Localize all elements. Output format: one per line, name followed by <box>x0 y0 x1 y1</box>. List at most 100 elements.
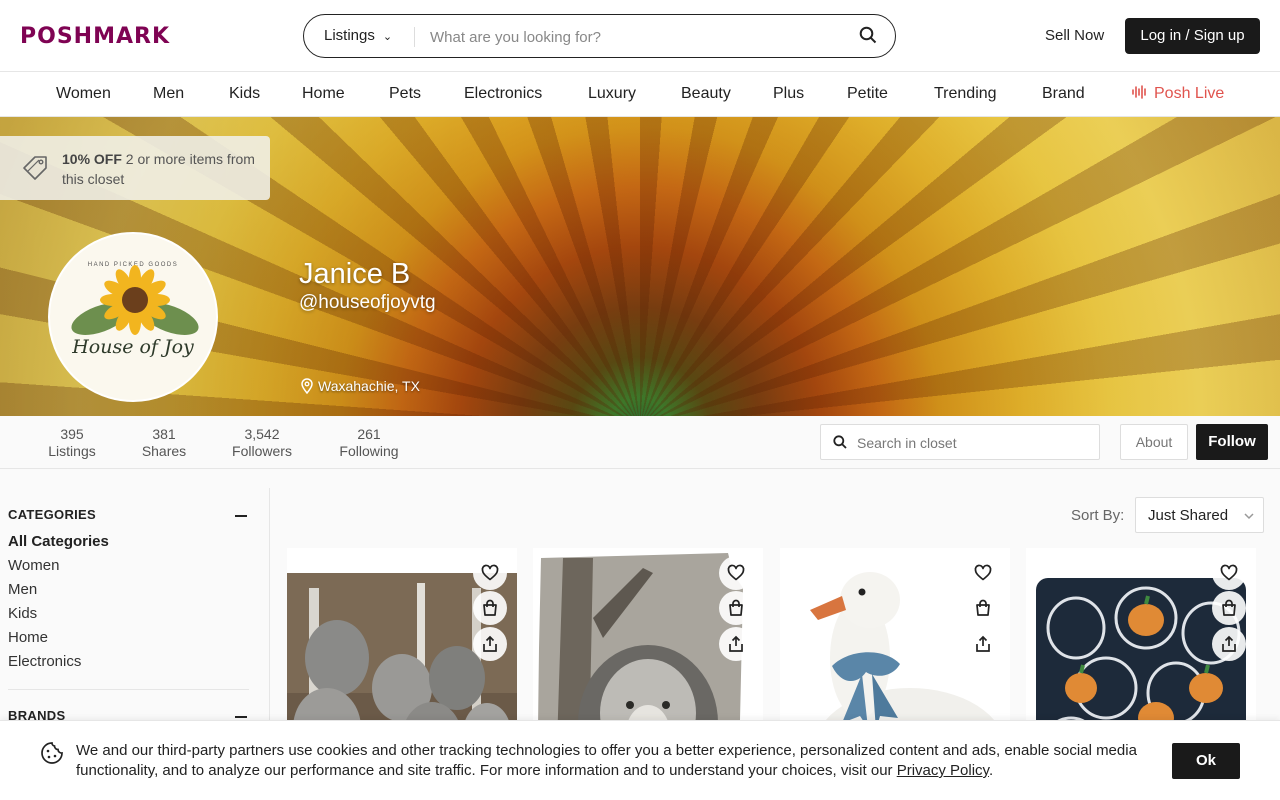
add-to-bundle-button[interactable] <box>473 591 507 625</box>
closet-stats-bar: 395 Listings 381 Shares 3,542 Followers 261… <box>0 416 1280 469</box>
like-button[interactable] <box>1212 556 1246 590</box>
location-text: Waxahachie, TX <box>318 378 420 394</box>
share-button[interactable] <box>1212 627 1246 661</box>
category-home[interactable]: Home <box>8 629 48 646</box>
avatar-brand-name: House of Joy <box>72 336 194 358</box>
search-input[interactable] <box>430 25 830 49</box>
nav-item-home[interactable]: Home <box>302 85 345 103</box>
nav-item-men[interactable]: Men <box>153 85 184 103</box>
add-to-bundle-button[interactable] <box>719 591 753 625</box>
avatar[interactable]: HAND PICKED GOODS House of Joy <box>48 232 218 402</box>
live-waveform-icon <box>1132 85 1146 99</box>
add-to-bundle-button[interactable] <box>1212 591 1246 625</box>
search-divider <box>414 27 415 47</box>
shopping-bag-icon <box>483 599 497 616</box>
nav-item-brand[interactable]: Brand <box>1042 85 1085 103</box>
sort-value: Just Shared <box>1148 507 1229 524</box>
sunflower-logo-image <box>71 265 199 335</box>
cookie-message: We and our third-party partners use cook… <box>76 741 1151 781</box>
like-button[interactable] <box>719 556 753 590</box>
stat-number: 261 <box>357 426 381 442</box>
stat-listings[interactable]: 395 Listings <box>48 426 96 460</box>
promo-text: 10% OFF 2 or more items from this closet <box>62 149 262 189</box>
heart-icon <box>1220 564 1238 581</box>
search-icon <box>833 435 847 449</box>
category-nav: Women Men Kids Home Pets Electronics Lux… <box>0 72 1280 117</box>
share-button[interactable] <box>719 627 753 661</box>
heart-icon <box>727 564 745 581</box>
share-icon <box>483 635 497 652</box>
share-icon <box>976 635 990 652</box>
poshmark-logo[interactable]: POSHMARK <box>20 24 170 49</box>
closet-location: Waxahachie, TX <box>300 378 420 395</box>
share-button[interactable] <box>473 627 507 661</box>
shopping-bag-icon <box>1222 599 1236 616</box>
closet-owner-name: Janice B <box>299 258 411 290</box>
category-women[interactable]: Women <box>8 557 59 574</box>
stat-shares[interactable]: 381 Shares <box>140 426 188 460</box>
cookie-text-end: . <box>988 762 994 779</box>
stat-label: Followers <box>232 443 292 459</box>
location-pin-icon <box>301 378 313 395</box>
cookie-ok-button[interactable]: Ok <box>1172 743 1240 779</box>
add-to-bundle-button[interactable] <box>966 591 1000 625</box>
search-icon[interactable] <box>859 26 879 46</box>
nav-item-posh-live[interactable]: Posh Live <box>1132 85 1224 103</box>
nav-item-electronics[interactable]: Electronics <box>464 85 542 103</box>
stat-number: 381 <box>152 426 176 442</box>
share-icon <box>1222 635 1236 652</box>
chevron-down-icon: ⌄ <box>382 31 393 43</box>
search-scope-label: Listings <box>324 27 375 44</box>
collapse-minus-icon[interactable] <box>235 716 247 718</box>
sort-label: Sort By: <box>1071 507 1125 524</box>
cookie-icon <box>41 742 63 764</box>
like-button[interactable] <box>966 556 1000 590</box>
heart-icon <box>481 564 499 581</box>
heart-icon <box>974 564 992 581</box>
category-kids[interactable]: Kids <box>8 605 37 622</box>
category-all[interactable]: All Categories <box>8 533 109 550</box>
site-header: POSHMARK Listings ⌄ Sell Now Log in / Sig… <box>0 0 1280 72</box>
nav-item-pets[interactable]: Pets <box>389 85 421 103</box>
share-icon <box>729 635 743 652</box>
nav-item-petite[interactable]: Petite <box>847 85 888 103</box>
collapse-minus-icon[interactable] <box>235 515 247 517</box>
privacy-policy-link[interactable]: Privacy Policy <box>897 762 989 779</box>
shopping-bag-icon <box>729 599 743 616</box>
nav-item-luxury[interactable]: Luxury <box>588 85 636 103</box>
search-bar: Listings ⌄ <box>303 14 896 58</box>
stat-label: Shares <box>141 443 187 459</box>
closet-search-input[interactable] <box>857 433 1087 453</box>
sidebar-divider <box>8 689 249 690</box>
categories-heading[interactable]: CATEGORIES <box>8 507 96 522</box>
closet-search-box <box>820 424 1100 460</box>
follow-button[interactable]: Follow <box>1196 424 1268 460</box>
cookie-consent-banner: We and our third-party partners use cook… <box>0 720 1280 800</box>
sell-now-link[interactable]: Sell Now <box>1045 27 1104 44</box>
about-button[interactable]: About <box>1120 424 1188 460</box>
stat-followers[interactable]: 3,542 Followers <box>230 426 294 460</box>
price-tag-icon <box>20 152 50 182</box>
stat-following[interactable]: 261 Following <box>336 426 402 460</box>
nav-item-women[interactable]: Women <box>56 85 111 103</box>
stat-number: 3,542 <box>244 426 280 442</box>
share-button[interactable] <box>966 627 1000 661</box>
bundle-discount-banner: 10% OFF 2 or more items from this closet <box>0 136 270 200</box>
nav-item-beauty[interactable]: Beauty <box>681 85 731 103</box>
nav-item-trending[interactable]: Trending <box>934 85 997 103</box>
like-button[interactable] <box>473 556 507 590</box>
category-electronics[interactable]: Electronics <box>8 653 81 670</box>
promo-bold: 10% OFF <box>62 151 122 167</box>
sort-dropdown[interactable]: Just Shared <box>1135 497 1264 533</box>
closet-username: @houseofjoyvtg <box>299 292 436 313</box>
stat-label: Following <box>339 443 399 459</box>
search-scope-dropdown[interactable]: Listings ⌄ <box>324 27 392 44</box>
login-signup-button[interactable]: Log in / Sign up <box>1125 18 1260 54</box>
category-men[interactable]: Men <box>8 581 37 598</box>
stat-label: Listings <box>48 443 96 459</box>
shopping-bag-icon <box>976 599 990 616</box>
posh-live-label: Posh Live <box>1154 85 1225 102</box>
nav-item-kids[interactable]: Kids <box>229 85 260 103</box>
nav-item-plus[interactable]: Plus <box>773 85 804 103</box>
stat-number: 395 <box>60 426 84 442</box>
